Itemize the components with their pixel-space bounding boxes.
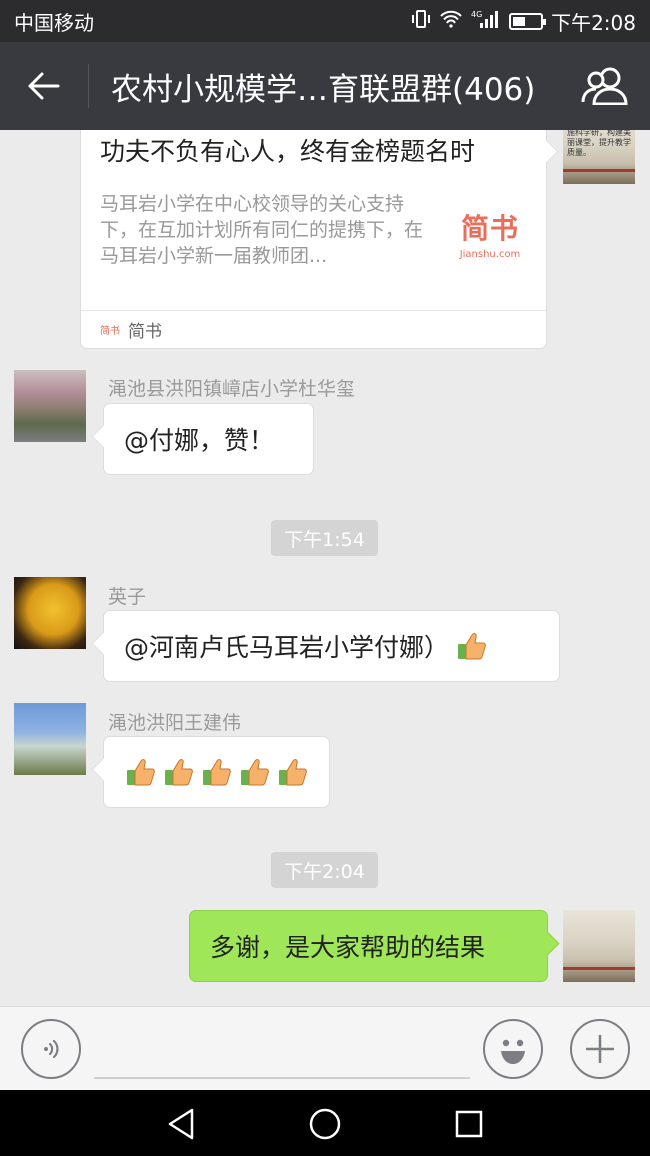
voice-button[interactable] — [21, 1019, 81, 1079]
avatar[interactable] — [14, 703, 86, 775]
sender-name: 英子 — [108, 586, 147, 608]
system-nav-bar — [0, 1090, 650, 1156]
message-text: @付娜，赞！ — [124, 426, 275, 455]
input-bar — [0, 1006, 650, 1090]
chat-area[interactable]: 功夫不负有心人，终有金榜题名时 马耳岩小学在中心校领导的关心支持下，在互加计划所… — [0, 130, 650, 1006]
link-card[interactable]: 功夫不负有心人，终有金榜题名时 马耳岩小学在中心校领导的关心支持下，在互加计划所… — [80, 130, 547, 349]
avatar-text: 加强执法建设，实施科学研，构建美丽课堂，提升教学质量。 — [567, 130, 631, 157]
thumbs-up-icon — [127, 759, 155, 786]
jianshu-source-icon: 简书 — [100, 326, 120, 337]
sent-message-bubble[interactable]: 多谢，是大家帮助的结果 — [189, 910, 548, 982]
battery-icon — [509, 12, 547, 30]
smiley-icon — [501, 1039, 525, 1064]
vibrate-icon — [411, 9, 431, 33]
status-bar: 中国移动 4G 下午2:08 — [0, 0, 650, 42]
jianshu-logo: 简书 Jianshu.com — [455, 207, 525, 260]
voice-icon — [44, 1039, 59, 1059]
sender-name: 渑池县洪阳镇嶂店小学杜华玺 — [108, 378, 356, 400]
link-card-title: 功夫不负有心人，终有金榜题名时 — [100, 137, 476, 166]
logo-subtext: Jianshu.com — [459, 249, 521, 260]
header-divider — [88, 64, 89, 108]
back-button[interactable] — [0, 42, 88, 130]
thumbs-up-icon — [279, 759, 307, 786]
message-bubble[interactable]: @付娜，赞！ — [103, 403, 314, 475]
message-bubble[interactable]: @河南卢氏马耳岩小学付娜） — [103, 610, 560, 682]
timestamp: 下午2:04 — [271, 852, 378, 888]
link-card-description: 马耳岩小学在中心校领导的关心支持下，在互加计划所有同仁的提携下，在马耳岩小学新一… — [100, 193, 424, 267]
link-card-footer: 简书 简书 — [81, 310, 546, 348]
message-text: @河南卢氏马耳岩小学付娜） — [124, 633, 450, 662]
triangle-back-icon — [168, 1108, 194, 1140]
square-recents-icon — [455, 1110, 483, 1138]
carrier-label: 中国移动 — [14, 10, 94, 35]
nav-back-button[interactable] — [163, 1106, 199, 1142]
arrow-left-icon — [28, 72, 60, 100]
avatar-self[interactable] — [563, 910, 635, 982]
sender-name: 渑池洪阳王建伟 — [108, 712, 242, 734]
logo-text: 简书 — [460, 212, 519, 245]
clock-label: 下午2:08 — [551, 10, 636, 35]
nav-home-button[interactable] — [307, 1106, 343, 1142]
circle-home-icon — [309, 1108, 341, 1140]
message-input[interactable] — [94, 1077, 470, 1079]
signal-icon: 4G — [471, 9, 501, 34]
nav-recents-button[interactable] — [451, 1106, 487, 1142]
group-icon — [581, 67, 628, 105]
avatar-self[interactable]: 加强执法建设，实施科学研，构建美丽课堂，提升教学质量。 — [563, 130, 635, 184]
plus-icon — [586, 1035, 614, 1063]
emoji-button[interactable] — [483, 1019, 543, 1079]
thumbs-up-icon — [165, 759, 193, 786]
more-button[interactable] — [570, 1019, 630, 1079]
wifi-icon — [439, 10, 463, 33]
timestamp: 下午1:54 — [271, 520, 378, 556]
group-info-button[interactable] — [560, 42, 650, 130]
message-text: 多谢，是大家帮助的结果 — [210, 933, 486, 962]
page-title: 农村小规模学…育联盟群(406) — [111, 71, 536, 108]
thumbs-up-icon — [458, 633, 486, 660]
thumbs-up-icon — [203, 759, 231, 786]
network-type: 4G — [471, 10, 482, 19]
thumbs-up-icon — [241, 759, 269, 786]
link-card-source: 简书 — [128, 322, 162, 342]
avatar[interactable] — [14, 370, 86, 442]
chat-header: 农村小规模学…育联盟群(406) — [0, 42, 650, 130]
message-bubble[interactable] — [103, 736, 330, 808]
avatar[interactable] — [14, 577, 86, 649]
